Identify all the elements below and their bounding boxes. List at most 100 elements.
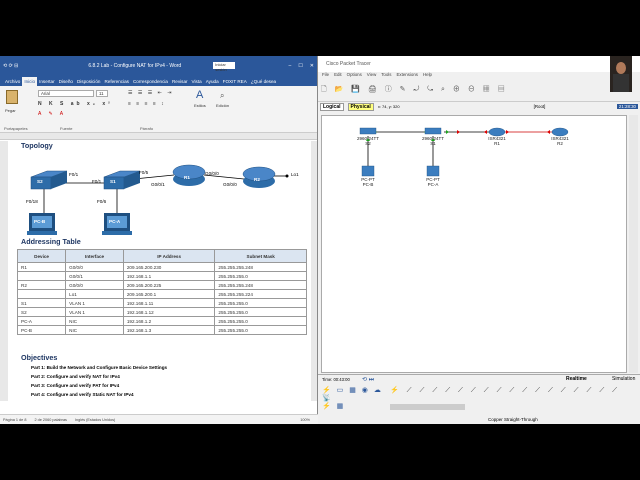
search-icon[interactable]: ⌕: [220, 91, 224, 101]
font-format-buttons[interactable]: N K S ab x₂ x²: [38, 101, 113, 107]
pt-switch-s2: [359, 127, 377, 135]
maximize-icon[interactable]: ☐: [298, 63, 302, 69]
ribbon-tab[interactable]: ¿Qué desea: [249, 77, 278, 86]
port-label: F0/18: [26, 199, 38, 204]
pt-menu-item[interactable]: Options: [347, 72, 362, 80]
zoom-level[interactable]: 100%: [300, 418, 310, 422]
minimize-icon[interactable]: –: [289, 63, 292, 69]
screen: ⟲ ⟳ ⊟ 6.8.2 Lab - Configure NAT for IPv4…: [0, 56, 640, 424]
ribbon-tab[interactable]: Correspondencia: [131, 77, 170, 86]
table-cell: 255.255.255.0: [214, 298, 307, 308]
styles-icon[interactable]: A: [196, 89, 203, 101]
quick-access-toolbar[interactable]: ⟲ ⟳ ⊟: [3, 63, 18, 69]
pt-menu-item[interactable]: Help: [423, 72, 432, 80]
table-cell: 192.168.1.3: [122, 325, 216, 335]
paste-icon[interactable]: [6, 90, 18, 104]
table-cell: 209.165.200.230: [122, 262, 216, 272]
s2-label: S2: [37, 179, 43, 184]
tab-logical[interactable]: Logical: [320, 102, 344, 111]
pt-title: Cisco Packet Tracer: [326, 61, 371, 67]
r1-label: R1: [184, 175, 190, 180]
table-header: IP Address: [122, 249, 216, 263]
ribbon-tab[interactable]: Revisar: [170, 77, 190, 86]
vertical-ruler: [0, 141, 8, 401]
ribbon-tab[interactable]: Archivo: [3, 77, 22, 86]
pt-device-label-r1[interactable]: ISR4321 R1: [482, 136, 512, 146]
sign-in-button[interactable]: Iniciar sesión: [213, 62, 236, 72]
objective-item: Part 2: Configure and verify NAT for IPv…: [31, 374, 120, 379]
pc-a-label: PC-A: [109, 219, 121, 224]
table-cell: 209.165.200.225: [122, 280, 216, 290]
pt-device-label-s2[interactable]: 2960-24TT S2: [352, 136, 384, 146]
pt-menu-item[interactable]: Extensions: [396, 72, 417, 80]
table-row: PC-A NIC 192.168.1.2 255.255.255.0: [16, 316, 307, 326]
table-cell: G0/0/0: [65, 262, 124, 272]
pt-menu-item[interactable]: Edit: [334, 72, 342, 80]
port-label: G0/0/0: [205, 171, 219, 176]
realtime-mode-button[interactable]: Realtime: [566, 376, 587, 382]
topology-diagram: [27, 164, 289, 235]
close-icon[interactable]: ✕: [310, 63, 314, 69]
table-cell: [16, 289, 67, 299]
table-cell: 192.168.1.1: [122, 271, 216, 281]
paragraph-group-label: Párrafo: [140, 126, 154, 131]
table-cell: 255.255.255.248: [214, 280, 307, 290]
pt-pc-a: [426, 165, 440, 177]
paste-label: Pegar: [5, 108, 16, 113]
clock: 21:28:30: [616, 104, 638, 109]
port-label: F0/1: [69, 172, 79, 177]
ribbon-tab[interactable]: Ayuda: [204, 77, 221, 86]
toolbar-icons[interactable]: 🗋 📂 💾 🖨 ⓘ ✎ ⤾ ⤿ ⌕ ⊕ ⊖ ▦ ▤: [318, 80, 640, 100]
pt-device-label-r2[interactable]: ISR4321 R2: [545, 136, 575, 146]
document-page[interactable]: Topology S2 S1 R1 R2 Lo1 F0/1 F0/1 F0/5 …: [9, 141, 311, 400]
ribbon-tab[interactable]: Inicio: [22, 77, 38, 86]
pt-vertical-scrollbar[interactable]: [629, 115, 638, 373]
pc-b-label: PC-B: [34, 219, 46, 224]
ribbon-tab[interactable]: Disposición: [75, 77, 103, 86]
objective-item: Part 4: Configure and verify Static NAT …: [31, 392, 134, 397]
window-controls[interactable]: – ☐ ✕: [289, 63, 314, 69]
simulation-mode-button[interactable]: Simulation: [612, 376, 635, 382]
pt-device-label-pcb[interactable]: PC-PT PC-B: [356, 177, 380, 187]
device-type-palette[interactable]: ⚡ ▭ ▦ ◉ ☁ 📡 ⚡ ▦: [322, 386, 388, 414]
sim-time: Time: 00:43:00: [322, 377, 350, 382]
ribbon-tab[interactable]: FOXIT REA: [221, 77, 249, 86]
tab-physical[interactable]: Physical: [347, 102, 374, 111]
table-cell: NIC: [65, 316, 124, 326]
root-label[interactable]: [Root]: [534, 104, 546, 109]
pt-device-label-s1[interactable]: 2960-24TT S1: [417, 136, 449, 146]
ruler[interactable]: [0, 133, 317, 140]
table-cell: 255.255.255.0: [214, 316, 307, 326]
font-color-buttons[interactable]: A ✎ A: [38, 111, 66, 117]
pt-menu-item[interactable]: View: [367, 72, 376, 80]
word-title-bar: ⟲ ⟳ ⊟ 6.8.2 Lab - Configure NAT for IPv4…: [0, 56, 317, 75]
table-header: Interface: [65, 249, 124, 263]
table-cell: 192.168.1.2: [122, 316, 216, 326]
playback-controls[interactable]: ⟲ ⏭: [362, 376, 374, 384]
pt-device-label-pca[interactable]: PC-PT PC-A: [421, 177, 445, 187]
word-vertical-scrollbar[interactable]: [311, 141, 317, 401]
cable-palette[interactable]: ⚡ ⟋ ⟋ ⟋ ⟋ ⟋ ⟋ ⟋ ⟋ ⟋ ⟋ ⟋ ⟋ ⟋ ⟋ ⟋ ⟋ ⟋: [390, 386, 636, 400]
topology-heading: Topology: [21, 141, 53, 150]
pt-horizontal-scrollbar[interactable]: [390, 404, 465, 410]
ribbon-tab[interactable]: Vista: [190, 77, 204, 86]
table-row: R1 G0/0/0 209.165.200.230 255.255.255.248: [16, 262, 307, 272]
ribbon-tab[interactable]: Insertar: [37, 77, 57, 86]
styles-label: Estilos: [194, 103, 206, 108]
table-cell: 255.255.255.0: [214, 271, 307, 281]
table-cell: 255.255.255.0: [214, 307, 307, 317]
pt-menu-item[interactable]: File: [322, 72, 329, 80]
pt-router-r1: [488, 127, 506, 137]
ribbon-tab[interactable]: Diseño: [57, 77, 75, 86]
table-cell: 192.168.1.11: [122, 298, 216, 308]
ribbon-tab[interactable]: Referencias: [102, 77, 131, 86]
pt-canvas[interactable]: 2960-24TT S2 2960-24TT S1 ISR4321 R1 ISR432…: [321, 115, 627, 373]
align-buttons[interactable]: ≡ ≡ ≡ ≡ ↕: [128, 101, 166, 107]
language[interactable]: Inglés (Estados Unidos): [75, 418, 115, 422]
font-name-select[interactable]: Arial: [38, 90, 94, 97]
table-cell: S1: [16, 298, 67, 308]
pt-menu-item[interactable]: Tools: [381, 72, 391, 80]
paragraph-buttons[interactable]: ☰ ☰ ☰ ⇤ ⇥: [128, 90, 173, 96]
font-size-select[interactable]: 11: [96, 90, 108, 97]
port-label: G0/0/1: [151, 182, 165, 187]
